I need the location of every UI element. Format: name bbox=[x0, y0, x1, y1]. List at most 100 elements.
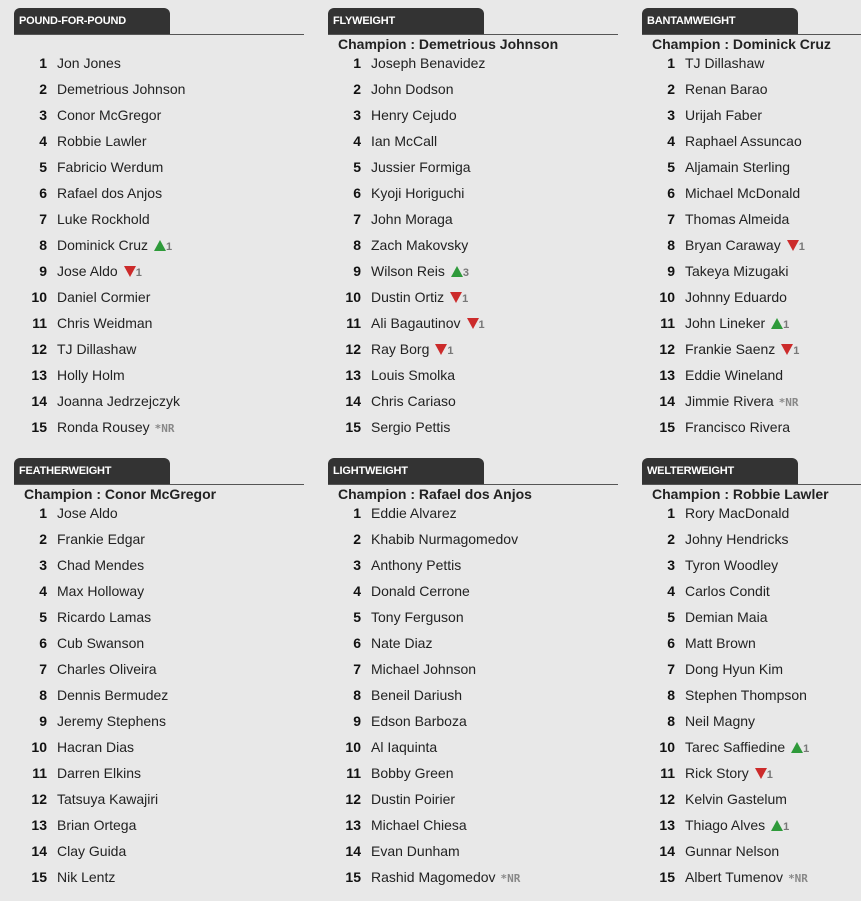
fighter-name[interactable]: Cub Swanson bbox=[57, 635, 144, 651]
fighter-name[interactable]: Luke Rockhold bbox=[57, 211, 150, 227]
fighter-name-link[interactable]: Louis Smolka bbox=[371, 364, 455, 386]
fighter-name-link[interactable]: Demian Maia bbox=[685, 606, 767, 628]
fighter-name-link[interactable]: Albert Tumenov *NR bbox=[685, 866, 808, 890]
fighter-name[interactable]: Beneil Dariush bbox=[371, 687, 462, 703]
fighter-name-link[interactable]: Thiago Alves 1 bbox=[685, 814, 789, 838]
fighter-name-link[interactable]: Joanna Jedrzejczyk bbox=[57, 390, 180, 412]
fighter-name-link[interactable]: Zach Makovsky bbox=[371, 234, 468, 256]
fighter-name[interactable]: Anthony Pettis bbox=[371, 557, 461, 573]
fighter-name[interactable]: Hacran Dias bbox=[57, 739, 134, 755]
fighter-name-link[interactable]: Wilson Reis 3 bbox=[371, 260, 469, 284]
fighter-name[interactable]: Rafael dos Anjos bbox=[57, 185, 162, 201]
fighter-name[interactable]: Charles Oliveira bbox=[57, 661, 157, 677]
fighter-name[interactable]: Ian McCall bbox=[371, 133, 437, 149]
fighter-name-link[interactable]: Conor McGregor bbox=[57, 104, 161, 126]
fighter-name[interactable]: Dustin Poirier bbox=[371, 791, 455, 807]
fighter-name-link[interactable]: Tarec Saffiedine 1 bbox=[685, 736, 809, 760]
fighter-name-link[interactable]: Michael Chiesa bbox=[371, 814, 467, 836]
fighter-name[interactable]: Robbie Lawler bbox=[57, 133, 147, 149]
fighter-name[interactable]: Evan Dunham bbox=[371, 843, 460, 859]
fighter-name-link[interactable]: Anthony Pettis bbox=[371, 554, 461, 576]
fighter-name[interactable]: Joseph Benavidez bbox=[371, 55, 485, 71]
fighter-name[interactable]: Ronda Rousey bbox=[57, 419, 150, 435]
fighter-name[interactable]: Chad Mendes bbox=[57, 557, 144, 573]
fighter-name[interactable]: Bryan Caraway bbox=[685, 237, 781, 253]
fighter-name[interactable]: Carlos Condit bbox=[685, 583, 770, 599]
fighter-name-link[interactable]: Daniel Cormier bbox=[57, 286, 150, 308]
fighter-name-link[interactable]: Cub Swanson bbox=[57, 632, 144, 654]
fighter-name-link[interactable]: Darren Elkins bbox=[57, 762, 141, 784]
fighter-name[interactable]: Johny Hendricks bbox=[685, 531, 789, 547]
fighter-name[interactable]: Rory MacDonald bbox=[685, 505, 789, 521]
fighter-name[interactable]: Max Holloway bbox=[57, 583, 144, 599]
fighter-name[interactable]: Dong Hyun Kim bbox=[685, 661, 783, 677]
fighter-name-link[interactable]: Jose Aldo 1 bbox=[57, 260, 142, 284]
fighter-name[interactable]: Eddie Alvarez bbox=[371, 505, 457, 521]
fighter-name-link[interactable]: Holly Holm bbox=[57, 364, 125, 386]
fighter-name-link[interactable]: Johny Hendricks bbox=[685, 528, 789, 550]
fighter-name[interactable]: Sergio Pettis bbox=[371, 419, 450, 435]
fighter-name-link[interactable]: Renan Barao bbox=[685, 78, 768, 100]
fighter-name-link[interactable]: John Moraga bbox=[371, 208, 453, 230]
fighter-name-link[interactable]: Evan Dunham bbox=[371, 840, 460, 862]
fighter-name-link[interactable]: Tony Ferguson bbox=[371, 606, 464, 628]
fighter-name[interactable]: Jussier Formiga bbox=[371, 159, 471, 175]
fighter-name[interactable]: Kyoji Horiguchi bbox=[371, 185, 464, 201]
fighter-name[interactable]: Jimmie Rivera bbox=[685, 393, 774, 409]
fighter-name-link[interactable]: Kyoji Horiguchi bbox=[371, 182, 464, 204]
fighter-name[interactable]: Darren Elkins bbox=[57, 765, 141, 781]
fighter-name-link[interactable]: Bryan Caraway 1 bbox=[685, 234, 805, 258]
fighter-name-link[interactable]: John Dodson bbox=[371, 78, 454, 100]
fighter-name[interactable]: Jeremy Stephens bbox=[57, 713, 166, 729]
fighter-name[interactable]: Aljamain Sterling bbox=[685, 159, 790, 175]
fighter-name-link[interactable]: Frankie Edgar bbox=[57, 528, 145, 550]
fighter-name-link[interactable]: Nate Diaz bbox=[371, 632, 432, 654]
fighter-name-link[interactable]: Robbie Lawler bbox=[57, 130, 147, 152]
fighter-name-link[interactable]: Rafael dos Anjos bbox=[57, 182, 162, 204]
fighter-name[interactable]: Michael Chiesa bbox=[371, 817, 467, 833]
fighter-name[interactable]: Matt Brown bbox=[685, 635, 756, 651]
fighter-name[interactable]: Thiago Alves bbox=[685, 817, 765, 833]
fighter-name[interactable]: Fabricio Werdum bbox=[57, 159, 163, 175]
fighter-name[interactable]: Urijah Faber bbox=[685, 107, 762, 123]
division-tab[interactable]: LIGHTWEIGHT bbox=[328, 458, 484, 484]
fighter-name[interactable]: Rick Story bbox=[685, 765, 749, 781]
fighter-name-link[interactable]: Max Holloway bbox=[57, 580, 144, 602]
fighter-name[interactable]: TJ Dillashaw bbox=[57, 341, 136, 357]
fighter-name-link[interactable]: Frankie Saenz 1 bbox=[685, 338, 799, 362]
fighter-name-link[interactable]: Eddie Wineland bbox=[685, 364, 783, 386]
fighter-name[interactable]: Holly Holm bbox=[57, 367, 125, 383]
fighter-name[interactable]: Brian Ortega bbox=[57, 817, 136, 833]
fighter-name-link[interactable]: Clay Guida bbox=[57, 840, 126, 862]
fighter-name[interactable]: Neil Magny bbox=[685, 713, 755, 729]
fighter-name[interactable]: Chris Cariaso bbox=[371, 393, 456, 409]
fighter-name[interactable]: Ali Bagautinov bbox=[371, 315, 461, 331]
fighter-name-link[interactable]: Donald Cerrone bbox=[371, 580, 470, 602]
fighter-name[interactable]: Dominick Cruz bbox=[57, 237, 148, 253]
fighter-name-link[interactable]: Neil Magny bbox=[685, 710, 755, 732]
fighter-name-link[interactable]: Michael McDonald bbox=[685, 182, 800, 204]
fighter-name-link[interactable]: Charles Oliveira bbox=[57, 658, 157, 680]
fighter-name-link[interactable]: Urijah Faber bbox=[685, 104, 762, 126]
fighter-name-link[interactable]: Gunnar Nelson bbox=[685, 840, 779, 862]
fighter-name-link[interactable]: Al Iaquinta bbox=[371, 736, 437, 758]
champion-label[interactable]: Champion : Demetrious Johnson bbox=[338, 36, 558, 52]
fighter-name-link[interactable]: Chris Weidman bbox=[57, 312, 152, 334]
fighter-name[interactable]: Nate Diaz bbox=[371, 635, 432, 651]
fighter-name-link[interactable]: Rashid Magomedov *NR bbox=[371, 866, 520, 890]
fighter-name[interactable]: Gunnar Nelson bbox=[685, 843, 779, 859]
fighter-name-link[interactable]: Tyron Woodley bbox=[685, 554, 778, 576]
fighter-name[interactable]: Joanna Jedrzejczyk bbox=[57, 393, 180, 409]
fighter-name[interactable]: Jose Aldo bbox=[57, 263, 118, 279]
fighter-name-link[interactable]: Henry Cejudo bbox=[371, 104, 457, 126]
fighter-name[interactable]: Rashid Magomedov bbox=[371, 869, 496, 885]
fighter-name[interactable]: John Dodson bbox=[371, 81, 454, 97]
fighter-name-link[interactable]: Tatsuya Kawajiri bbox=[57, 788, 158, 810]
fighter-name[interactable]: John Lineker bbox=[685, 315, 765, 331]
fighter-name[interactable]: Demian Maia bbox=[685, 609, 767, 625]
fighter-name-link[interactable]: TJ Dillashaw bbox=[685, 52, 764, 74]
fighter-name[interactable]: Michael McDonald bbox=[685, 185, 800, 201]
fighter-name[interactable]: Takeya Mizugaki bbox=[685, 263, 789, 279]
champion-label[interactable]: Champion : Dominick Cruz bbox=[652, 36, 831, 52]
fighter-name[interactable]: Tony Ferguson bbox=[371, 609, 464, 625]
